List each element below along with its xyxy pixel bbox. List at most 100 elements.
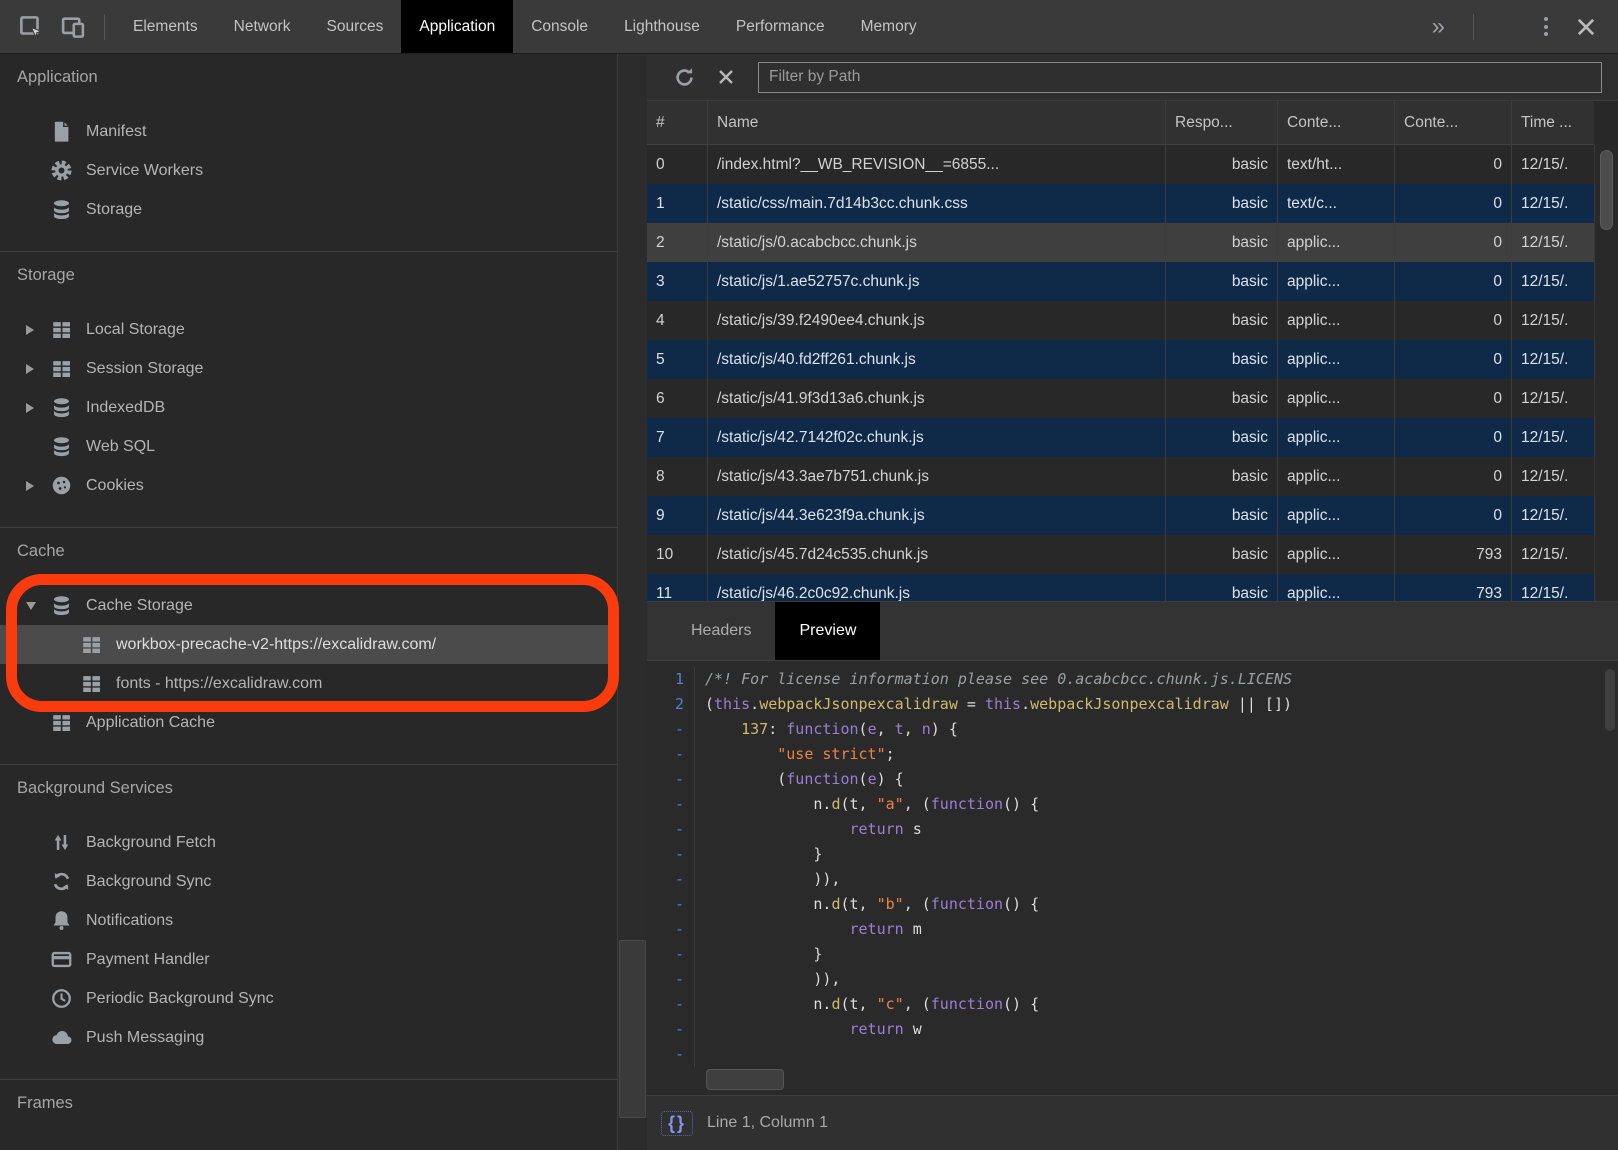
sidebar-item-label: Web SQL bbox=[86, 438, 155, 456]
code-line: 1/*! For license information please see … bbox=[647, 667, 1618, 692]
sidebar-item-cookies[interactable]: Cookies bbox=[0, 466, 617, 505]
sidebar-item-local-storage[interactable]: Local Storage bbox=[0, 310, 617, 349]
tab-console[interactable]: Console bbox=[513, 0, 606, 53]
device-toolbar-icon bbox=[60, 14, 86, 40]
tab-performance[interactable]: Performance bbox=[718, 0, 843, 53]
sidebar-scrollbar-thumb[interactable] bbox=[619, 940, 646, 1118]
sidebar-item-background-fetch[interactable]: Background Fetch bbox=[0, 823, 617, 862]
code-line: - )), bbox=[647, 967, 1618, 992]
table-row[interactable]: 1/static/css/main.7d14b3cc.chunk.cssbasi… bbox=[647, 184, 1594, 223]
delete-selected-button[interactable] bbox=[712, 63, 740, 91]
chevron-right-icon[interactable] bbox=[26, 364, 50, 374]
up-down-arrows-icon bbox=[50, 831, 73, 854]
sidebar-item-application-cache[interactable]: Application Cache bbox=[0, 703, 617, 742]
table-row[interactable]: 8/static/js/43.3ae7b751.chunk.jsbasicapp… bbox=[647, 457, 1594, 496]
line-number: - bbox=[647, 717, 695, 742]
table-row[interactable]: 6/static/js/41.9f3d13a6.chunk.jsbasicapp… bbox=[647, 379, 1594, 418]
code-text: n.d(t, "c", (function() { bbox=[695, 992, 1039, 1017]
code-line: - n.d(t, "a", (function() { bbox=[647, 792, 1618, 817]
code-text: "use strict"; bbox=[695, 742, 895, 767]
cell-num: 8 bbox=[647, 457, 708, 496]
column-header-name[interactable]: Name bbox=[708, 101, 1166, 144]
column-header-time[interactable]: Time ... bbox=[1512, 101, 1594, 144]
sidebar-item-storage[interactable]: Storage bbox=[0, 190, 617, 229]
tab-sources[interactable]: Sources bbox=[308, 0, 401, 53]
sidebar-section-application: Application ManifestService WorkersStorag… bbox=[0, 54, 617, 252]
sidebar-item-indexeddb[interactable]: IndexedDB bbox=[0, 388, 617, 427]
column-header-num[interactable]: # bbox=[647, 101, 708, 144]
sidebar-item-label: Payment Handler bbox=[86, 951, 210, 969]
refresh-button[interactable] bbox=[669, 62, 700, 93]
code-text: /*! For license information please see 0… bbox=[695, 667, 1292, 692]
tab-elements[interactable]: Elements bbox=[115, 0, 216, 53]
sidebar-item-background-sync[interactable]: Background Sync bbox=[0, 862, 617, 901]
sidebar-item-manifest[interactable]: Manifest bbox=[0, 112, 617, 151]
code-hscrollbar-thumb[interactable] bbox=[706, 1069, 784, 1090]
tab-memory[interactable]: Memory bbox=[843, 0, 935, 53]
section-title: Application bbox=[0, 64, 617, 90]
inspect-element-button[interactable] bbox=[14, 10, 48, 44]
column-header-respo[interactable]: Respo... bbox=[1166, 101, 1278, 144]
column-header-conte[interactable]: Conte... bbox=[1278, 101, 1395, 144]
section-title: Storage bbox=[0, 262, 617, 288]
sidebar-item-label: Session Storage bbox=[86, 360, 203, 378]
grid-scrollbar-thumb[interactable] bbox=[1600, 150, 1613, 230]
code-text: )), bbox=[695, 867, 840, 892]
table-icon bbox=[50, 711, 73, 734]
tab-application[interactable]: Application bbox=[401, 0, 513, 53]
chevron-right-icon[interactable] bbox=[26, 403, 50, 413]
line-number: - bbox=[647, 767, 695, 792]
column-header-conte[interactable]: Conte... bbox=[1395, 101, 1512, 144]
tab-lighthouse[interactable]: Lighthouse bbox=[606, 0, 718, 53]
line-number: - bbox=[647, 942, 695, 967]
chevron-right-icon[interactable] bbox=[26, 481, 50, 491]
grid-scrollbar-track[interactable] bbox=[1594, 145, 1618, 601]
cell-name: /static/js/45.7d24c535.chunk.js bbox=[708, 535, 1166, 574]
code-text: n.d(t, "b", (function() { bbox=[695, 892, 1039, 917]
table-row[interactable]: 3/static/js/1.ae52757c.chunk.jsbasicappl… bbox=[647, 262, 1594, 301]
device-toolbar-button[interactable] bbox=[56, 10, 90, 44]
tab-network[interactable]: Network bbox=[216, 0, 309, 53]
sidebar-item-label: Background Fetch bbox=[86, 834, 216, 852]
cell-response_type: basic bbox=[1166, 301, 1278, 340]
table-row[interactable]: 4/static/js/39.f2490ee4.chunk.jsbasicapp… bbox=[647, 301, 1594, 340]
sidebar-item-fonts-https-excalidraw-com[interactable]: fonts - https://excalidraw.com bbox=[0, 664, 617, 703]
settings-button[interactable] bbox=[1488, 10, 1522, 44]
section-title: Frames bbox=[0, 1090, 617, 1116]
pane-splitter[interactable] bbox=[618, 54, 647, 1150]
sidebar-item-label: workbox-precache-v2-https://excalidraw.c… bbox=[116, 636, 436, 654]
sidebar-item-cache-storage[interactable]: Cache Storage bbox=[0, 586, 617, 625]
sidebar-item-label: Periodic Background Sync bbox=[86, 990, 274, 1008]
table-row[interactable]: 10/static/js/45.7d24c535.chunk.jsbasicap… bbox=[647, 535, 1594, 574]
tabbar-right-tools: » bbox=[1414, 10, 1618, 44]
preview-tab-preview[interactable]: Preview bbox=[775, 602, 880, 660]
filter-by-path-input[interactable] bbox=[758, 62, 1602, 93]
cell-time: 12/15/. bbox=[1512, 301, 1594, 340]
sidebar-item-session-storage[interactable]: Session Storage bbox=[0, 349, 617, 388]
close-devtools-button[interactable] bbox=[1570, 11, 1602, 43]
preview-tab-headers[interactable]: Headers bbox=[667, 602, 775, 660]
sidebar-item-workbox-precache-v2-https-excalidraw-com[interactable]: workbox-precache-v2-https://excalidraw.c… bbox=[0, 625, 617, 664]
table-row[interactable]: 5/static/js/40.fd2ff261.chunk.jsbasicapp… bbox=[647, 340, 1594, 379]
sidebar-item-notifications[interactable]: Notifications bbox=[0, 901, 617, 940]
chevron-right-icon[interactable] bbox=[26, 325, 50, 335]
chevron-down-icon[interactable] bbox=[26, 602, 50, 610]
table-row[interactable]: 7/static/js/42.7142f02c.chunk.jsbasicapp… bbox=[647, 418, 1594, 457]
code-text: 137: function(e, t, n) { bbox=[695, 717, 958, 742]
cell-num: 0 bbox=[647, 145, 708, 184]
database-icon bbox=[50, 435, 73, 458]
cell-content_length: 0 bbox=[1395, 379, 1512, 418]
table-row[interactable]: 0/index.html?__WB_REVISION__=6855...basi… bbox=[647, 145, 1594, 184]
table-row[interactable]: 11/static/js/46.2c0c92.chunk.jsbasicappl… bbox=[647, 574, 1594, 601]
more-tabs-button[interactable]: » bbox=[1418, 11, 1459, 43]
sidebar-item-periodic-background-sync[interactable]: Periodic Background Sync bbox=[0, 979, 617, 1018]
table-row[interactable]: 2/static/js/0.acabcbcc.chunk.jsbasicappl… bbox=[647, 223, 1594, 262]
sidebar-item-service-workers[interactable]: Service Workers bbox=[0, 151, 617, 190]
sidebar-item-payment-handler[interactable]: Payment Handler bbox=[0, 940, 617, 979]
menu-button[interactable] bbox=[1530, 13, 1562, 40]
braces-icon[interactable]: {} bbox=[661, 1111, 693, 1136]
table-row[interactable]: 9/static/js/44.3e623f9a.chunk.jsbasicapp… bbox=[647, 496, 1594, 535]
code-vscrollbar-thumb[interactable] bbox=[1605, 669, 1615, 731]
sidebar-item-push-messaging[interactable]: Push Messaging bbox=[0, 1018, 617, 1057]
sidebar-item-web-sql[interactable]: Web SQL bbox=[0, 427, 617, 466]
